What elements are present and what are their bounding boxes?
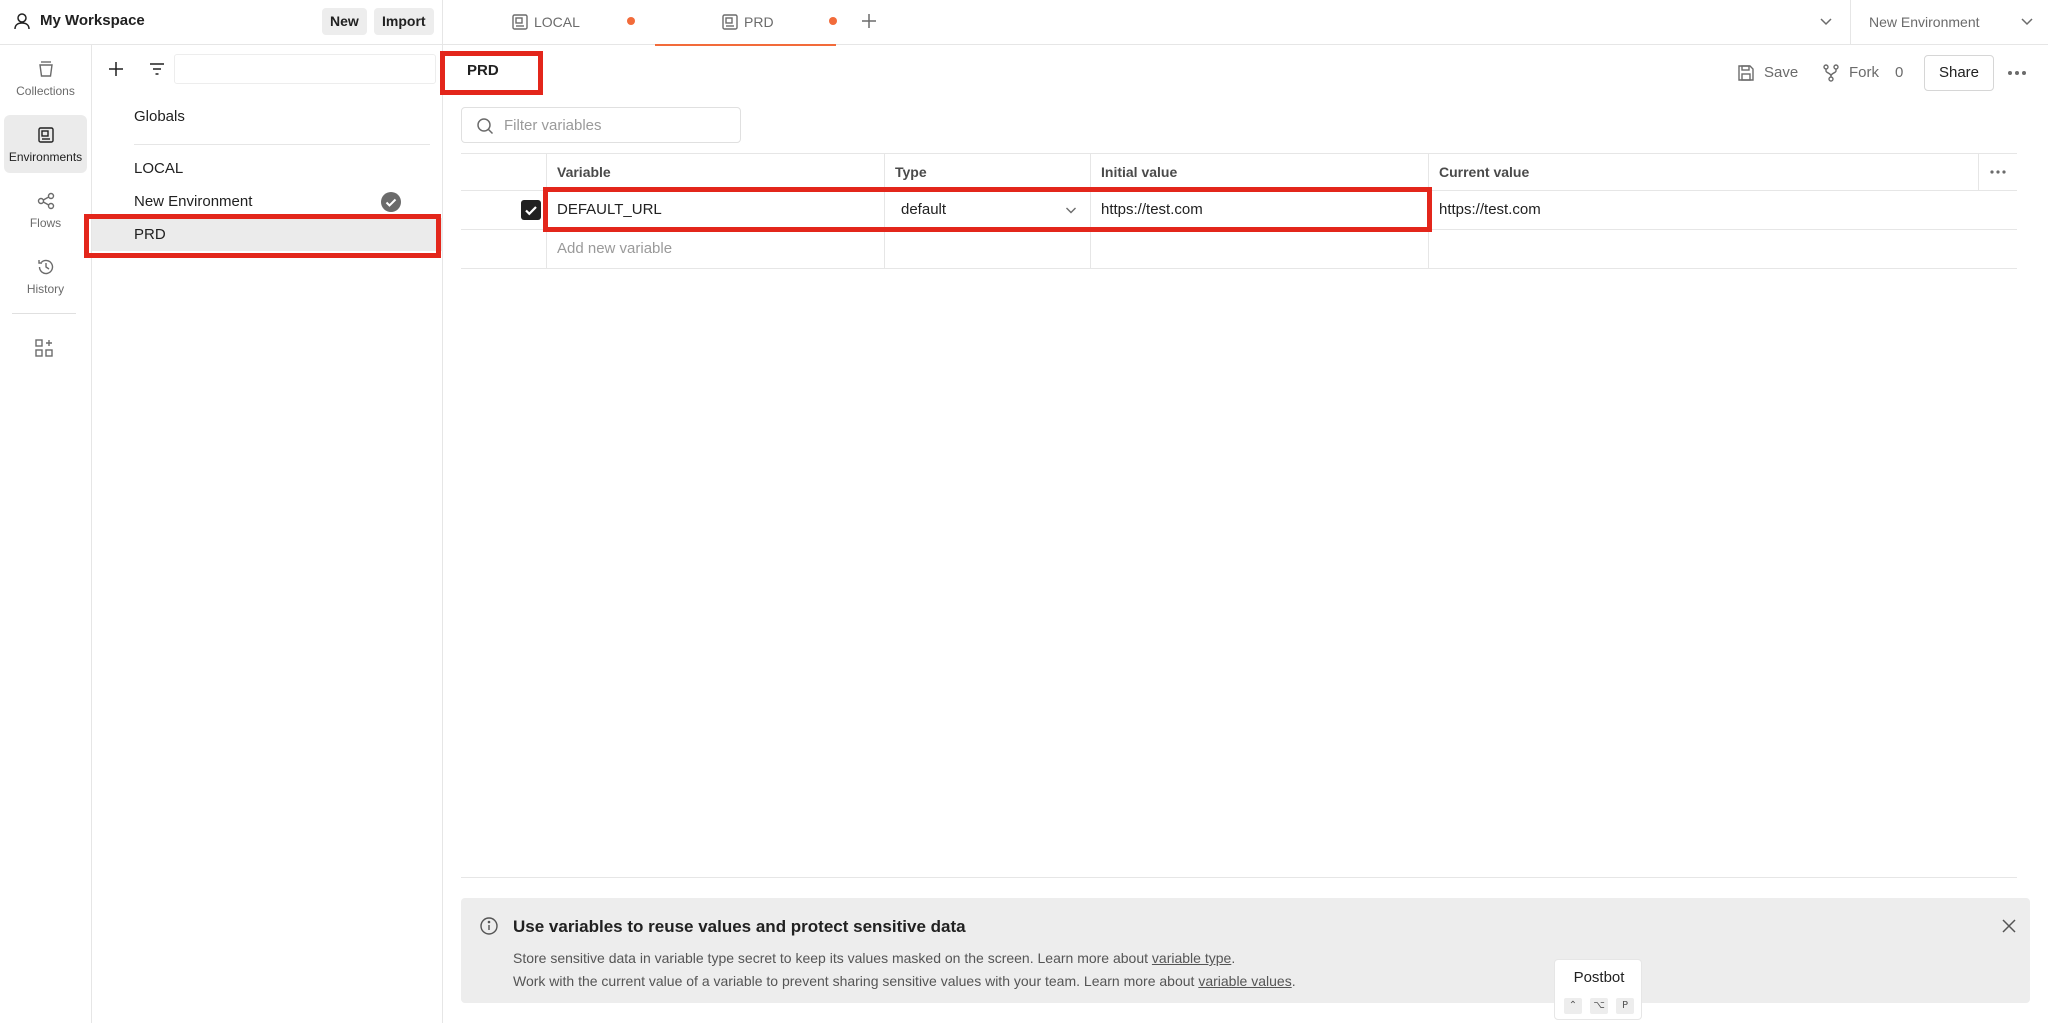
banner-title: Use variables to reuse values and protec… <box>513 917 966 936</box>
fork-count: 0 <box>1895 64 1904 81</box>
sidebar-item-label: New Environment <box>134 193 253 210</box>
tab-label: PRD <box>744 14 774 30</box>
rail-label: Collections <box>16 84 75 98</box>
column-options-icon[interactable] <box>1988 163 2008 181</box>
filter-variables-field[interactable] <box>461 107 741 143</box>
info-icon <box>480 917 498 935</box>
variable-current-value-cell[interactable]: https://test.com <box>1428 191 1978 229</box>
save-icon <box>1738 65 1754 81</box>
history-icon <box>38 259 54 275</box>
close-icon[interactable] <box>1999 916 2019 936</box>
shortcut-key: ⌃ <box>1564 998 1582 1014</box>
top-bar: My Workspace New Import LOCAL PRD New En… <box>0 0 2048 46</box>
empty-type-cell <box>884 230 1090 268</box>
table-row-add: Add new variable <box>461 230 2017 269</box>
environment-title[interactable]: PRD <box>467 62 499 79</box>
user-icon <box>14 13 30 30</box>
tabs-dropdown-chevron-icon[interactable] <box>1818 13 1834 29</box>
rail-divider <box>12 313 76 314</box>
empty-current-cell <box>1428 230 2017 268</box>
filter-icon[interactable] <box>147 59 167 79</box>
rail-item-collections[interactable]: Collections <box>4 49 87 107</box>
rail-label: Environments <box>8 150 83 164</box>
environment-editor: PRD Save Fork 0 Share Variable Type Init… <box>443 45 2048 1023</box>
postbot-label: Postbot <box>1573 969 1625 986</box>
variables-info-banner: Use variables to reuse values and protec… <box>461 898 2030 1003</box>
new-button[interactable]: New <box>322 8 367 35</box>
tab-label: LOCAL <box>534 14 580 30</box>
column-header-current-value: Current value <box>1428 154 1978 190</box>
save-label: Save <box>1764 64 1799 81</box>
sidebar-item-label: PRD <box>134 226 166 243</box>
variable-type-link[interactable]: variable type <box>1152 950 1231 966</box>
rail-label: Flows <box>29 216 62 230</box>
sidebar-item-local[interactable]: LOCAL <box>92 152 443 185</box>
fork-button[interactable]: Fork <box>1821 61 1883 85</box>
rail-label: History <box>26 282 65 296</box>
unsaved-dot-icon <box>627 17 635 25</box>
variable-initial-value-cell[interactable]: https://test.com <box>1090 191 1428 229</box>
banner-line-1: Store sensitive data in variable type se… <box>513 950 1236 966</box>
table-row: DEFAULT_URL default https://test.com htt… <box>461 191 2017 230</box>
environments-icon <box>38 127 54 143</box>
variable-values-link[interactable]: variable values <box>1198 973 1291 989</box>
rail-item-flows[interactable]: Flows <box>4 181 87 239</box>
chevron-down-icon <box>1066 207 1076 214</box>
environments-sidebar: Globals LOCAL New Environment PRD <box>92 45 443 1023</box>
collections-icon <box>39 61 53 77</box>
tab-local[interactable]: LOCAL <box>484 0 654 45</box>
left-rail: Collections Environments Flows History <box>0 45 92 1023</box>
column-header-variable: Variable <box>546 154 884 190</box>
tab-prd[interactable]: PRD <box>655 0 837 46</box>
column-header-type: Type <box>884 154 1090 190</box>
sidebar-item-globals[interactable]: Globals <box>92 100 443 133</box>
shortcut-key: ⌥ <box>1590 998 1608 1014</box>
new-tab-plus-icon[interactable] <box>859 11 879 31</box>
add-environment-plus-icon[interactable] <box>106 59 126 79</box>
shortcut-key: P <box>1616 998 1634 1014</box>
environment-icon <box>512 14 528 30</box>
content-divider <box>461 877 2017 878</box>
environment-icon <box>722 14 738 30</box>
variable-enabled-checkbox[interactable] <box>521 200 541 220</box>
banner-line-2: Work with the current value of a variabl… <box>513 973 1296 989</box>
fork-label: Fork <box>1849 64 1879 81</box>
import-button[interactable]: Import <box>374 8 434 35</box>
filter-variables-input[interactable] <box>504 115 729 135</box>
chevron-down-icon <box>2021 18 2033 26</box>
sidebar-search-input[interactable] <box>174 54 436 84</box>
variable-name-cell[interactable]: DEFAULT_URL <box>546 191 884 229</box>
table-header-row: Variable Type Initial value Current valu… <box>461 153 2017 191</box>
rail-item-environments[interactable]: Environments <box>4 115 87 173</box>
sidebar-divider <box>134 144 430 145</box>
save-button[interactable]: Save <box>1736 61 1816 85</box>
postbot-button[interactable]: Postbot ⌃ ⌥ P <box>1554 959 1642 1020</box>
sidebar-item-prd[interactable]: PRD <box>92 218 443 251</box>
more-options-icon[interactable] <box>2006 63 2028 83</box>
sidebar-item-label: LOCAL <box>134 160 184 177</box>
configure-workbench-icon[interactable] <box>34 338 54 358</box>
variable-type-select[interactable]: default <box>884 191 1090 229</box>
workspace-header: My Workspace New Import <box>0 0 443 45</box>
share-button[interactable]: Share <box>1924 55 1994 91</box>
sidebar-item-label: Globals <box>134 108 185 125</box>
empty-initial-cell <box>1090 230 1428 268</box>
flows-icon <box>37 192 55 210</box>
sidebar-item-new-environment[interactable]: New Environment <box>92 185 443 218</box>
environment-selector[interactable]: New Environment <box>1850 0 2048 45</box>
rail-item-history[interactable]: History <box>4 247 87 305</box>
active-environment-check-icon[interactable] <box>381 192 401 212</box>
search-icon <box>477 118 494 135</box>
workspace-name[interactable]: My Workspace <box>40 12 145 29</box>
column-header-initial-value: Initial value <box>1090 154 1428 190</box>
environment-selector-label: New Environment <box>1869 14 1980 30</box>
unsaved-dot-icon <box>829 17 837 25</box>
fork-icon <box>1823 64 1839 82</box>
add-new-variable-cell[interactable]: Add new variable <box>546 230 884 268</box>
